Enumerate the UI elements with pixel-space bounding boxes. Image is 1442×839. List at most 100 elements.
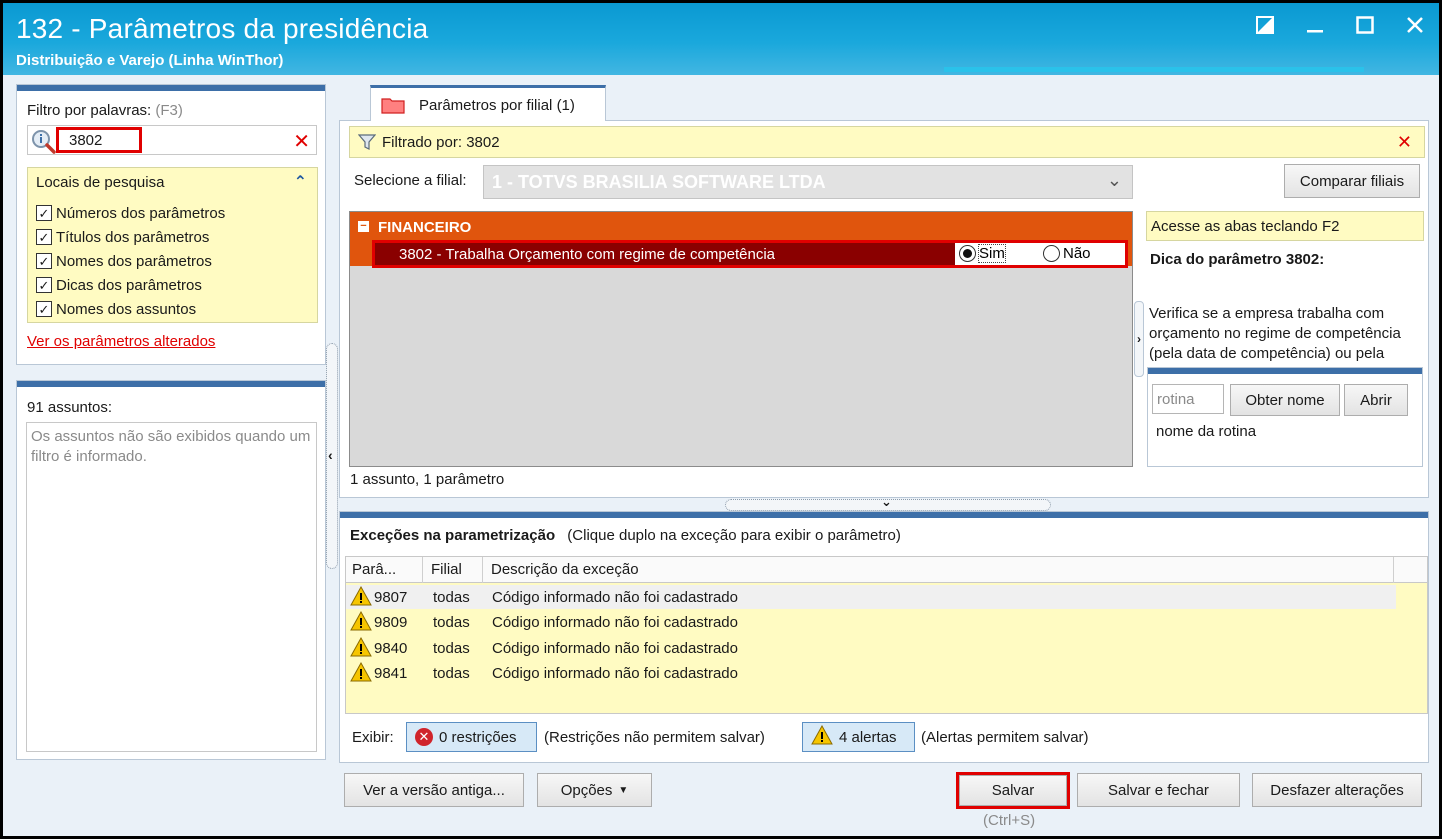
alerts-label: 4 alertas [839, 728, 897, 746]
minimize-icon[interactable] [1301, 11, 1329, 39]
warning-icon [811, 724, 833, 749]
parameter-label: 3802 - Trabalha Orçamento com regime de … [399, 246, 776, 263]
tabs-shortcut-hint: Acesse as abas teclando F2 [1146, 211, 1424, 241]
cell-param: 9840 [374, 640, 408, 657]
tip-title: Dica do parâmetro 3802: [1150, 251, 1325, 268]
restore-layout-icon[interactable] [1251, 11, 1279, 39]
title-bar: 132 - Parâmetros da presidência Distribu… [3, 3, 1439, 75]
tree-summary: 1 assunto, 1 parâmetro [350, 471, 505, 488]
filter-label-text: Filtro por palavras: [27, 102, 152, 119]
close-icon[interactable] [1401, 11, 1429, 39]
tree-group-financeiro[interactable]: − FINANCEIRO [350, 212, 1132, 240]
options-button[interactable]: Opções ▼ [537, 773, 652, 807]
app-window: 132 - Parâmetros da presidência Distribu… [0, 0, 1442, 839]
filter-label: Filtro por palavras: (F3) [27, 102, 183, 119]
checkbox-assuntos[interactable]: ✓ [36, 301, 52, 317]
checkbox-nomes[interactable]: ✓ [36, 253, 52, 269]
cell-description: Código informado não foi cadastrado [492, 640, 738, 657]
column-filial[interactable]: Filial [431, 561, 462, 578]
alerts-button[interactable]: 4 alertas [802, 722, 915, 752]
cell-param: 9809 [374, 614, 408, 631]
folder-icon [381, 96, 405, 114]
panel-accent-bar [340, 512, 1428, 518]
rotina-name: nome da rotina [1156, 423, 1257, 440]
filtered-bar: Filtrado por: 3802 ✕ [349, 126, 1425, 158]
branch-label: Selecione a filial: [354, 172, 467, 189]
title-decoration [944, 67, 1364, 72]
panel-accent-bar [1148, 368, 1422, 374]
parameter-row-3802[interactable]: 3802 - Trabalha Orçamento com regime de … [372, 240, 1128, 268]
option-label: Dicas dos parâmetros [56, 276, 202, 294]
undo-changes-button[interactable]: Desfazer alterações [1252, 773, 1422, 807]
checkbox-numeros[interactable]: ✓ [36, 205, 52, 221]
exibir-label: Exibir: [352, 729, 394, 746]
table-row[interactable]: 9840 todas Código informado não foi cada… [346, 636, 1396, 660]
radio-nao[interactable]: Não [1043, 245, 1091, 262]
rotina-input[interactable]: rotina [1152, 384, 1224, 414]
remove-filter-icon[interactable]: ✕ [1397, 132, 1412, 153]
cell-filial: todas [433, 614, 470, 631]
open-button[interactable]: Abrir [1344, 384, 1408, 416]
radio-selected-icon[interactable] [959, 245, 976, 262]
collapse-icon[interactable]: − [358, 221, 369, 232]
search-locations: Locais de pesquisa ⌃ ✓ Números dos parâm… [27, 167, 318, 323]
warning-icon [350, 661, 372, 682]
cell-description: Código informado não foi cadastrado [492, 614, 738, 631]
branch-select[interactable]: 1 - TOTVS BRASILIA SOFTWARE LTDA ⌄ [483, 165, 1133, 199]
get-name-button[interactable]: Obter nome [1230, 384, 1340, 416]
rotina-box: rotina Obter nome Abrir nome da rotina [1147, 367, 1423, 467]
maximize-icon[interactable] [1351, 11, 1379, 39]
radio-sim[interactable]: Sim [959, 244, 1006, 263]
option-label: Nomes dos parâmetros [56, 252, 212, 270]
restrictions-label: 0 restrições [439, 728, 517, 746]
option-titulos[interactable]: ✓ Títulos dos parâmetros [36, 226, 209, 248]
option-numeros[interactable]: ✓ Números dos parâmetros [36, 202, 225, 224]
window-title: 132 - Parâmetros da presidência [16, 13, 429, 44]
chevron-right-icon[interactable]: › [1134, 301, 1144, 377]
tab-parametros-filial[interactable]: Parâmetros por filial (1) [370, 85, 606, 121]
options-label: Opções [560, 781, 613, 799]
warning-icon [350, 585, 372, 606]
checkbox-titulos[interactable]: ✓ [36, 229, 52, 245]
table-row[interactable]: 9807 todas Código informado não foi cada… [346, 585, 1396, 609]
option-assuntos[interactable]: ✓ Nomes dos assuntos [36, 298, 196, 320]
option-nomes[interactable]: ✓ Nomes dos parâmetros [36, 250, 212, 272]
funnel-icon [357, 133, 377, 155]
column-divider[interactable] [422, 557, 423, 583]
save-shortcut: (Ctrl+S) [983, 812, 1036, 829]
exceptions-grid: Parâ... Filial Descrição da exceção 9807… [345, 556, 1428, 714]
option-dicas[interactable]: ✓ Dicas dos parâmetros [36, 274, 202, 296]
changed-params-link[interactable]: Ver os parâmetros alterados [27, 333, 215, 350]
search-value[interactable]: 3802 [56, 127, 142, 153]
chevron-down-icon[interactable]: ⌄ [881, 494, 892, 510]
search-locations-title: Locais de pesquisa [36, 174, 165, 191]
search-input[interactable]: 3802 ✕ [27, 125, 317, 155]
cell-description: Código informado não foi cadastrado [492, 665, 738, 682]
chevron-down-icon: ⌄ [1106, 170, 1122, 190]
window-subtitle: Distribuição e Varejo (Linha WinThor) [16, 52, 284, 69]
exceptions-hint: (Clique duplo na exceção para exibir o p… [567, 527, 901, 544]
column-param[interactable]: Parâ... [352, 561, 396, 578]
column-divider[interactable] [482, 557, 483, 583]
subjects-empty-message: Os assuntos não são exibidos quando um f… [31, 428, 311, 465]
old-version-button[interactable]: Ver a versão antiga... [344, 773, 524, 807]
tab-label-text: Parâmetros por filial [419, 97, 553, 114]
column-divider[interactable] [1393, 557, 1394, 583]
exceptions-title: Exceções na parametrização [350, 527, 556, 544]
table-row[interactable]: 9809 todas Código informado não foi cada… [346, 610, 1396, 634]
save-close-button[interactable]: Salvar e fechar [1077, 773, 1240, 807]
collapse-icon[interactable]: ⌃ [294, 172, 307, 192]
radio-unselected-icon[interactable] [1043, 245, 1060, 262]
option-label: Nomes dos assuntos [56, 300, 197, 318]
clear-filter-icon[interactable]: ✕ [293, 129, 310, 154]
save-button[interactable]: Salvar [959, 775, 1067, 806]
table-row[interactable]: 9841 todas Código informado não foi cada… [346, 661, 1396, 685]
cell-description: Código informado não foi cadastrado [492, 589, 738, 606]
compare-branches-button[interactable]: Comparar filiais [1284, 164, 1420, 198]
chevron-left-icon[interactable]: ‹ [328, 447, 333, 463]
tip-text: Verifica se a empresa trabalha com orçam… [1149, 305, 1401, 362]
checkbox-dicas[interactable]: ✓ [36, 277, 52, 293]
column-description[interactable]: Descrição da exceção [491, 561, 639, 578]
restrictions-button[interactable]: ✕ 0 restrições [406, 722, 537, 752]
caret-down-icon: ▼ [618, 784, 629, 796]
